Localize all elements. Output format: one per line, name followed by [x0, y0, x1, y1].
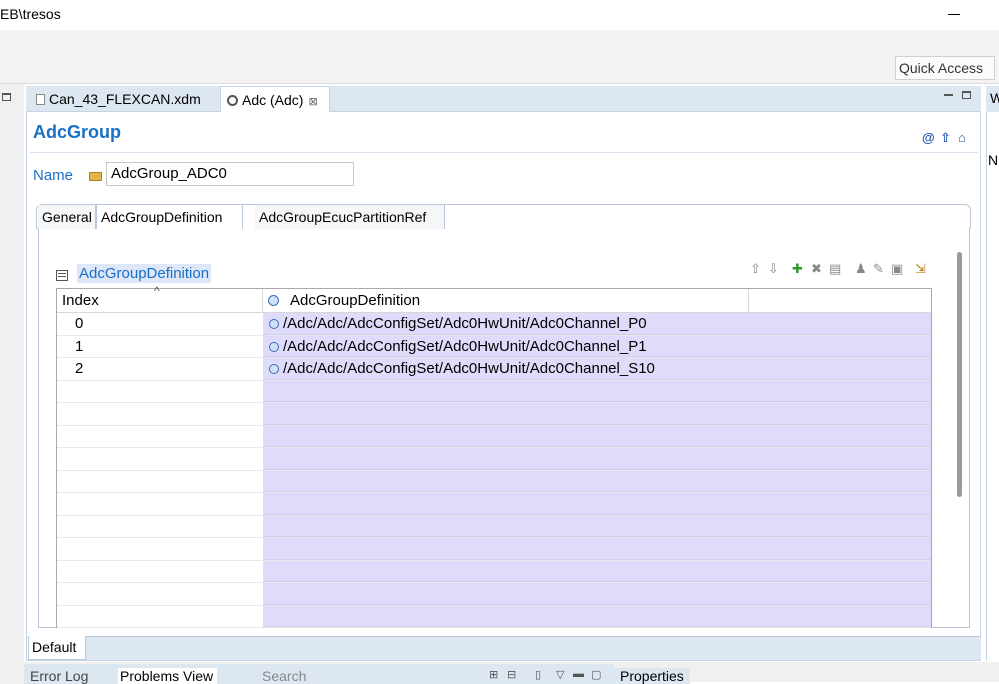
- empty-row: [57, 560, 931, 583]
- tab-default[interactable]: Default: [28, 636, 86, 660]
- tab-adc[interactable]: Adc (Adc) ⊠: [220, 86, 330, 112]
- empty-row: [57, 538, 931, 561]
- add-icon[interactable]: ✚: [792, 261, 803, 277]
- move-down-icon[interactable]: ⇩: [768, 261, 779, 277]
- row-value: /Adc/Adc/AdcConfigSet/Adc0HwUnit/Adc0Cha…: [283, 337, 647, 355]
- menu-band: [0, 30, 999, 52]
- maximize-icon[interactable]: [962, 91, 971, 99]
- title-bar: [0, 0, 999, 30]
- section-title: AdcGroupDefinition: [77, 264, 212, 283]
- tab-label: Can_43_FLEXCAN.xdm: [49, 91, 201, 107]
- table-row[interactable]: 1 /Adc/Adc/AdcConfigSet/Adc0HwUnit/Adc0C…: [57, 335, 931, 358]
- delete-icon[interactable]: ✖: [811, 261, 822, 277]
- minimize-icon[interactable]: [944, 94, 953, 96]
- table-row[interactable]: 2 /Adc/Adc/AdcConfigSet/Adc0HwUnit/Adc0C…: [57, 358, 931, 381]
- copy-icon[interactable]: ▤: [829, 261, 841, 277]
- empty-row: [57, 470, 931, 493]
- column-separator[interactable]: [262, 289, 263, 313]
- right-view-panel: [986, 86, 999, 661]
- bottom-views-tab-bar: [24, 664, 614, 684]
- table-row[interactable]: 0 /Adc/Adc/AdcConfigSet/Adc0HwUnit/Adc0C…: [57, 313, 931, 336]
- row-value: /Adc/Adc/AdcConfigSet/Adc0HwUnit/Adc0Cha…: [283, 360, 655, 377]
- minimize-icon[interactable]: ▬: [573, 668, 584, 680]
- tab-adcgroupdefinition[interactable]: AdcGroupDefinition: [96, 205, 243, 229]
- tab-can-flexcan[interactable]: Can_43_FLEXCAN.xdm: [30, 86, 220, 112]
- empty-row: [57, 380, 931, 403]
- column-header-index[interactable]: Index: [62, 292, 99, 309]
- empty-row: [57, 493, 931, 516]
- expand-all-icon[interactable]: ⊞: [489, 668, 498, 681]
- scrollbar-thumb[interactable]: [957, 252, 962, 497]
- restore-icon[interactable]: [2, 93, 11, 101]
- empty-row: [57, 583, 931, 606]
- row-index: 0: [75, 315, 84, 332]
- quick-access-field[interactable]: Quick Access: [895, 56, 995, 80]
- empty-row: [57, 425, 931, 448]
- collapse-all-icon[interactable]: ⊟: [507, 668, 516, 681]
- maximize-icon[interactable]: ▢: [591, 668, 601, 681]
- name-label: Name: [33, 167, 74, 184]
- tab-adcgroupecucpartitionref[interactable]: AdcGroupEcucPartitionRef: [255, 205, 445, 229]
- window-title: EB\tresos: [0, 6, 61, 22]
- up-arrow-icon[interactable]: ⇧: [940, 130, 951, 146]
- minimize-button[interactable]: [944, 2, 964, 24]
- close-icon[interactable]: ⊠: [308, 96, 317, 108]
- reference-icon: [268, 295, 279, 306]
- tab-label: Adc (Adc): [242, 92, 304, 108]
- empty-row: [57, 605, 931, 628]
- empty-row: [57, 448, 931, 471]
- folder-icon: [89, 172, 102, 181]
- home-icon[interactable]: ⌂: [958, 130, 966, 145]
- reference-icon: [269, 341, 279, 352]
- page-title: AdcGroup: [33, 122, 121, 142]
- right-view-tab[interactable]: W: [990, 90, 999, 106]
- import-icon[interactable]: ⇲: [915, 261, 926, 277]
- right-view-label: N: [988, 152, 999, 168]
- table-header: [57, 289, 931, 313]
- table-body: 0 /Adc/Adc/AdcConfigSet/Adc0HwUnit/Adc0C…: [57, 313, 931, 628]
- column-separator[interactable]: [748, 289, 749, 313]
- editor-bottom-bar: [28, 636, 981, 660]
- toolbar: [0, 52, 999, 84]
- reference-icon[interactable]: @: [922, 130, 935, 145]
- filter-icon[interactable]: ▯: [535, 668, 541, 681]
- empty-row: [57, 515, 931, 538]
- divider: [30, 152, 978, 153]
- reference-icon: [269, 364, 279, 374]
- form-icon[interactable]: ▣: [891, 261, 903, 277]
- name-field[interactable]: AdcGroup_ADC0: [106, 162, 354, 186]
- user-icon[interactable]: ♟: [855, 261, 867, 277]
- table-icon: [56, 270, 68, 281]
- empty-row: [57, 403, 931, 426]
- reference-icon: [269, 319, 279, 329]
- module-icon: [227, 95, 238, 106]
- tab-general[interactable]: General: [38, 205, 96, 229]
- document-icon: [36, 94, 45, 105]
- column-header-definition[interactable]: AdcGroupDefinition: [290, 292, 420, 309]
- row-index: 1: [75, 337, 84, 355]
- edit-icon[interactable]: ✎: [873, 261, 884, 277]
- left-view-strip: [0, 84, 24, 684]
- sort-caret-icon: ^: [154, 284, 160, 298]
- move-up-icon[interactable]: ⇧: [750, 261, 761, 277]
- view-menu-icon[interactable]: ▽: [556, 668, 564, 681]
- row-value: /Adc/Adc/AdcConfigSet/Adc0HwUnit/Adc0Cha…: [283, 315, 647, 332]
- row-index: 2: [75, 360, 84, 377]
